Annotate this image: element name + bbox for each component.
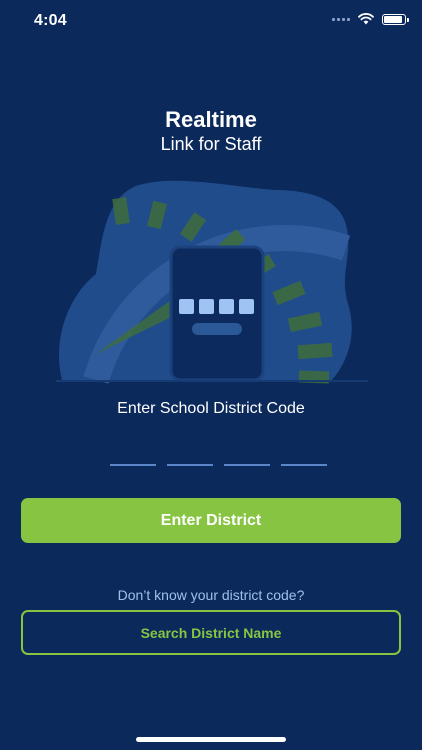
code-digit-4[interactable] bbox=[281, 464, 327, 466]
home-indicator[interactable] bbox=[136, 737, 286, 742]
app-title: Realtime bbox=[165, 107, 257, 132]
battery-fill bbox=[384, 15, 402, 23]
search-district-name-button[interactable]: Search District Name bbox=[21, 610, 401, 655]
code-digit-1[interactable] bbox=[110, 464, 156, 466]
district-code-help-text: Don’t know your district code? bbox=[117, 587, 305, 603]
phone-button bbox=[192, 323, 242, 335]
enter-district-button[interactable]: Enter District bbox=[21, 498, 401, 543]
status-icons bbox=[332, 13, 409, 25]
app-subtitle: Link for Staff bbox=[160, 134, 262, 154]
district-code-prompt: Enter School District Code bbox=[117, 400, 305, 417]
wifi-icon bbox=[358, 13, 374, 25]
status-time: 4:04 bbox=[34, 12, 67, 29]
battery-icon bbox=[382, 13, 409, 25]
district-code-input[interactable] bbox=[110, 464, 327, 466]
phone-code-entry-illustration bbox=[56, 180, 368, 384]
status-bar: 4:04 bbox=[0, 0, 422, 44]
code-digit-2[interactable] bbox=[167, 464, 213, 466]
code-digit-3[interactable] bbox=[224, 464, 270, 466]
cellular-signal-icon bbox=[332, 17, 350, 21]
